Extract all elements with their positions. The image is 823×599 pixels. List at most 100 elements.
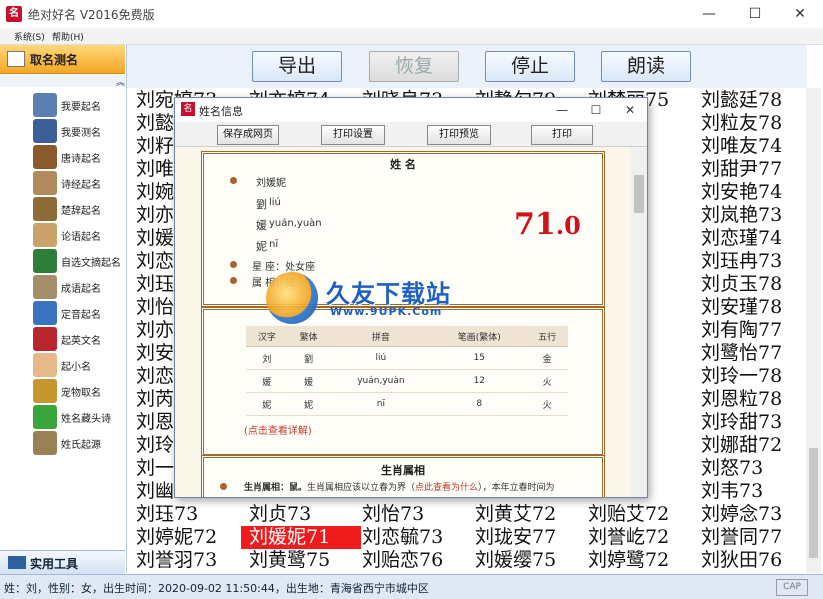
name-cell[interactable]: 刘珏73 [128, 503, 248, 526]
name-cell[interactable]: 刘玲一78 [693, 365, 808, 388]
detail-link[interactable]: (点击查看详解) [244, 422, 312, 437]
sidebar-item-label: 宠物取名 [61, 388, 101, 399]
read-aloud-button[interactable]: 朗读 [601, 51, 691, 82]
grid-scrollbar[interactable] [806, 88, 821, 573]
table-cell: 火 [526, 369, 568, 393]
watermark-logo-icon [266, 272, 318, 324]
save-as-webpage-button[interactable]: 保存成网页 [217, 125, 279, 145]
sidebar-item-10[interactable]: 起英文名 [0, 326, 125, 352]
mail-icon [7, 51, 25, 67]
table-row: 妮妮 nī 8 火 [246, 392, 568, 416]
sidebar-item-11[interactable]: 起小名 [0, 352, 125, 378]
sidebar-item-label: 起英文名 [61, 336, 101, 347]
name-cell[interactable]: 刘安瑾78 [693, 296, 808, 319]
zodiac-why-link[interactable]: 点此查看为什么 [415, 483, 478, 493]
name-cell[interactable]: 刘婷鹭72 [580, 549, 700, 572]
sidebar-item-label: 楚辞起名 [61, 206, 101, 217]
magnifier-person-icon [33, 119, 57, 143]
character-table-frame: 汉字 繁体 拼音 笔画(繁体) 五行 刘劉 liú 15 金媛媛 yuán,yuàn 12 火妮妮 n… [201, 307, 605, 457]
name-cell[interactable]: 刘恋毓73 [354, 526, 474, 549]
name-cell[interactable]: 刘黄鹭75 [241, 549, 361, 572]
name-cell[interactable]: 刘誉同77 [693, 526, 808, 549]
name-cell[interactable]: 刘珏冉73 [693, 250, 808, 273]
export-button[interactable]: 导出 [252, 51, 342, 82]
watermark-url: Www.9UPK.Com [330, 305, 443, 318]
dialog-scroll-thumb[interactable] [634, 175, 644, 213]
name-cell[interactable]: 刘贞73 [241, 503, 361, 526]
name-cell[interactable]: 刘粒友78 [693, 112, 808, 135]
name-cell[interactable]: 刘怒73 [693, 457, 808, 480]
name-cell[interactable]: 刘岚艳73 [693, 204, 808, 227]
character-table: 汉字 繁体 拼音 笔画(繁体) 五行 刘劉 liú 15 金媛媛 yuán,yuàn 12 火妮妮 n… [246, 326, 568, 416]
sidebar-item-6[interactable]: 论语起名 [0, 222, 125, 248]
dialog-close-button[interactable]: ✕ [613, 98, 647, 122]
name-cell[interactable]: 刘娜甜72 [693, 434, 808, 457]
name-cell[interactable]: 刘安艳74 [693, 181, 808, 204]
name-cell[interactable]: 刘鹭怡77 [693, 342, 808, 365]
sidebar-header[interactable]: 取名测名 [0, 45, 125, 74]
title-bar: 名 绝对好名 V2016免费版 — ☐ ✕ [0, 0, 823, 28]
restore-button[interactable]: 恢复 [369, 51, 459, 82]
dialog-title-bar: 名 姓名信息 — ☐ ✕ [175, 98, 647, 122]
name-cell[interactable]: 刘韦73 [693, 480, 808, 503]
grid-scroll-thumb[interactable] [809, 448, 818, 558]
sidebar-item-label: 论语起名 [61, 232, 101, 243]
name-cell[interactable]: 刘黄艾72 [467, 503, 587, 526]
name-cell[interactable]: 刘怡73 [354, 503, 474, 526]
sidebar-item-2[interactable]: 我要测名 [0, 118, 125, 144]
zodiac-frame: 生肖属相 生肖属相：鼠。生肖属相应该以立春为界（点此查看为什么），本年立春时间为 [201, 455, 605, 497]
name-cell[interactable]: 刘恩粒78 [693, 388, 808, 411]
dialog-scrollbar[interactable] [631, 147, 647, 497]
maximize-button[interactable]: ☐ [732, 0, 778, 28]
name-cell[interactable]: 刘芮甘73 [241, 572, 361, 573]
name-cell[interactable]: 刘媛缨75 [467, 549, 587, 572]
collapse-chevron-icon[interactable]: ︽ [0, 75, 125, 88]
sidebar-item-9[interactable]: 定音起名 [0, 300, 125, 326]
sidebar-item-7[interactable]: 自选文摘起名 [0, 248, 125, 274]
sidebar-item-12[interactable]: 宠物取名 [0, 378, 125, 404]
table-header-cell: 拼音 [329, 326, 433, 347]
poem-icon [33, 405, 57, 429]
name-cell[interactable]: 刘媛妮71 [241, 526, 361, 549]
minimize-button[interactable]: — [686, 0, 732, 28]
stop-button[interactable]: 停止 [485, 51, 575, 82]
name-cell[interactable]: 刘贻艾72 [580, 503, 700, 526]
close-button[interactable]: ✕ [777, 0, 823, 28]
name-cell[interactable]: 刘有陶77 [693, 319, 808, 342]
name-cell[interactable]: 刘狄田76 [693, 549, 808, 572]
name-cell[interactable]: 刘婷妮72 [128, 526, 248, 549]
dialog-maximize-button[interactable]: ☐ [579, 98, 613, 122]
name-cell[interactable]: 刘贻恋76 [354, 549, 474, 572]
window-title: 绝对好名 V2016免费版 [28, 8, 155, 22]
name-cell[interactable]: 刘恋瑾74 [693, 227, 808, 250]
name-cell[interactable]: 刘甜尹77 [693, 158, 808, 181]
print-setup-button[interactable]: 打印设置 [321, 125, 385, 145]
name-cell[interactable]: 刘誉羽73 [128, 549, 248, 572]
name-cell[interactable]: 刘珑安77 [467, 526, 587, 549]
menu-help[interactable]: 帮助(H) [52, 30, 84, 43]
sidebar: 取名测名 ︽ 我要起名 我要测名 唐诗起名 诗经起名楚辞起名论语起名自选文摘起名 成语起… [0, 45, 127, 574]
name-cell[interactable]: 刘芮甘73 [128, 572, 248, 573]
sidebar-item-3[interactable]: 唐诗起名 [0, 144, 125, 170]
sidebar-item-5[interactable]: 楚辞起名 [0, 196, 125, 222]
sidebar-item-1[interactable]: 我要起名 [0, 92, 125, 118]
sidebar-item-13[interactable]: 姓名藏头诗 [0, 404, 125, 430]
person-icon [33, 93, 57, 117]
sidebar-item-4[interactable]: 诗经起名 [0, 170, 125, 196]
name-cell[interactable]: 刘誉屹72 [580, 526, 700, 549]
caps-indicator: CAP [776, 579, 808, 596]
print-button[interactable]: 打印 [531, 125, 593, 145]
name-cell[interactable]: 刘懿廷78 [693, 89, 808, 112]
print-preview-button[interactable]: 打印预览 [427, 125, 491, 145]
name-cell[interactable]: 刘玲甜73 [693, 411, 808, 434]
menu-system[interactable]: 系统(S) [14, 30, 45, 43]
name-cell[interactable]: 刘短贞73 [354, 572, 474, 573]
sidebar-item-label: 起小名 [61, 362, 91, 373]
tools-panel-button[interactable]: 实用工具 [0, 550, 125, 574]
name-cell[interactable]: 刘贞玉78 [693, 273, 808, 296]
name-cell[interactable]: 刘唯友74 [693, 135, 808, 158]
sidebar-item-14[interactable]: 姓氏起源 [0, 430, 125, 456]
sidebar-item-8[interactable]: 成语起名 [0, 274, 125, 300]
dialog-minimize-button[interactable]: — [545, 98, 579, 122]
name-cell[interactable]: 刘婷念73 [693, 503, 808, 526]
